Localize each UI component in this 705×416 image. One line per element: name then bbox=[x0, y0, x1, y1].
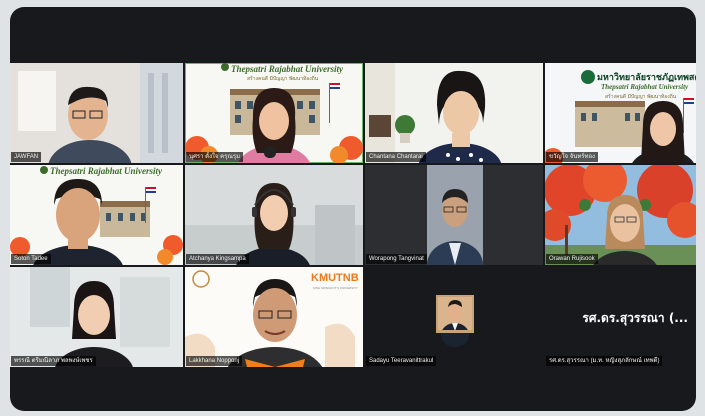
participant-tile[interactable]: JAWFAN bbox=[10, 63, 183, 163]
video-feed bbox=[365, 165, 543, 265]
participant-name: พรรณี ตรีมณีลาภ พลพงษ์เพชร bbox=[11, 356, 96, 366]
speaker-overlay-name: รศ.ดร.สุวรรณา (... bbox=[582, 311, 688, 325]
participant-tile[interactable]: Atchanya Kingsampa bbox=[185, 165, 363, 265]
video-conference-window: JAWFAN Thepsatri Rajabhat University สร้… bbox=[10, 7, 696, 411]
participant-name: Lakkhana Nopponj bbox=[186, 356, 243, 366]
participant-tile[interactable]: Thepsatri Rajabhat University Soton Tade… bbox=[10, 165, 183, 265]
participant-tile[interactable]: Chantana Chantarai bbox=[365, 63, 543, 163]
banner-thai-title: มหาวิทยาลัยราชภัฏเทพสตรี bbox=[597, 73, 696, 83]
kmutnb-subtitle: KING MONGKUT'S UNIVERSITY bbox=[313, 286, 358, 290]
kmutnb-logo: KMUTNB bbox=[311, 272, 359, 284]
participant-name: Worapong Tangvinat bbox=[366, 254, 427, 264]
participant-tile[interactable]: พรรณี ตรีมณีลาภ พลพงษ์เพชร bbox=[10, 267, 183, 367]
banner-motto: สร้างคนดี มีปัญญา พัฒนาท้องถิ่น bbox=[247, 76, 319, 82]
video-feed bbox=[10, 267, 183, 367]
participant-tile[interactable]: Worapong Tangvinat bbox=[365, 165, 543, 265]
participant-name: Sadayu Teeravanittrakul bbox=[366, 356, 437, 366]
participant-tile-avatar[interactable]: Sadayu Teeravanittrakul bbox=[365, 267, 543, 367]
participant-name: ขวัญใจ จันทร์ทอง bbox=[546, 152, 598, 162]
participant-tile[interactable]: Orawan Rujisook bbox=[545, 165, 696, 265]
participant-tile[interactable]: มหาวิทยาลัยราชภัฏเทพสตรี Thepsatri Rajab… bbox=[545, 63, 696, 163]
video-feed bbox=[10, 165, 183, 265]
participant-name: Atchanya Kingsampa bbox=[186, 254, 249, 264]
banner-motto: สร้างคนดี มีปัญญา พัฒนาท้องถิ่น bbox=[605, 94, 677, 100]
banner-title: Thepsatri Rajabhat University bbox=[50, 166, 163, 176]
video-feed bbox=[365, 63, 543, 163]
video-feed bbox=[10, 63, 183, 163]
banner-title: Thepsatri Rajabhat University bbox=[231, 64, 344, 74]
participant-name: นุศรา ตั้งใจ ครุณรุม bbox=[186, 152, 244, 162]
participant-tile[interactable]: KMUTNB KING MONGKUT'S UNIVERSITY Lakkhan… bbox=[185, 267, 363, 367]
participant-name: Chantana Chantarai bbox=[366, 152, 426, 162]
video-feed bbox=[545, 165, 696, 265]
banner-title: Thepsatri Rajabhat University bbox=[601, 83, 689, 91]
university-seal-icon bbox=[221, 63, 229, 71]
profile-avatar bbox=[436, 295, 474, 347]
participant-tile-active-speaker[interactable]: รศ.ดร.สุวรรณา (... รศ.ดร.สุวรรณา (ม.ท. ห… bbox=[545, 267, 696, 367]
university-seal-icon bbox=[40, 166, 48, 174]
participant-name: รศ.ดร.สุวรรณา (ม.ท. หญิงสุภลักษณ์ เทพดี) bbox=[546, 356, 663, 366]
participant-name: JAWFAN bbox=[11, 152, 42, 162]
participant-name: Soton Tadee bbox=[11, 254, 51, 264]
university-seal-icon bbox=[581, 70, 595, 84]
participant-name: Orawan Rujisook bbox=[546, 254, 598, 264]
video-feed bbox=[185, 165, 363, 265]
participant-tile[interactable]: Thepsatri Rajabhat University สร้างคนดี … bbox=[185, 63, 363, 163]
